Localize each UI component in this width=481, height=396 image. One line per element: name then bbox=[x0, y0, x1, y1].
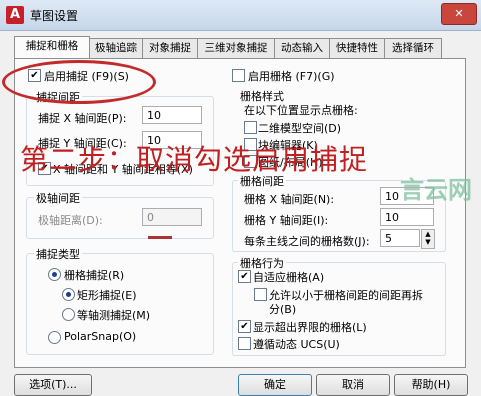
help-button[interactable]: 帮助(H) bbox=[394, 374, 468, 396]
2d-model-space-checkbox[interactable] bbox=[244, 121, 257, 134]
polar-distance-input[interactable]: 0 bbox=[142, 208, 202, 226]
close-button[interactable]: ✕ bbox=[441, 3, 477, 25]
polar-snap-label: PolarSnap(O) bbox=[64, 330, 137, 343]
tab-dynamic-input[interactable]: 动态输入 bbox=[274, 38, 330, 58]
iso-snap-label: 等轴测捕捉(M) bbox=[77, 309, 151, 322]
polar-spacing-title: 极轴间距 bbox=[34, 190, 82, 206]
snap-x-input[interactable]: 10 bbox=[142, 106, 202, 124]
autocad-app-icon: A bbox=[6, 6, 24, 24]
major-line-input[interactable]: 5 bbox=[380, 229, 420, 247]
grid-snap-radio[interactable] bbox=[48, 268, 61, 281]
rect-snap-radio[interactable] bbox=[62, 288, 75, 301]
polar-distance-label: 极轴距离(D): bbox=[38, 214, 103, 227]
window-title: 草图设置 bbox=[30, 9, 79, 23]
tab-3d-object-snap[interactable]: 三维对象捕捉 bbox=[197, 38, 275, 58]
allow-subdivision-label-line2: 分(B) bbox=[269, 303, 297, 316]
tab-object-snap[interactable]: 对象捕捉 bbox=[142, 38, 198, 58]
allow-subdivision-checkbox[interactable] bbox=[254, 288, 267, 301]
options-button[interactable]: 选项(T)... bbox=[14, 374, 92, 396]
display-beyond-limits-label: 显示超出界限的栅格(L) bbox=[253, 321, 367, 334]
annotation-circle bbox=[2, 60, 156, 104]
follow-dynamic-ucs-checkbox[interactable] bbox=[238, 337, 251, 350]
major-line-spinner[interactable]: ▲ ▼ bbox=[421, 229, 435, 249]
grid-snap-label: 栅格捕捉(R) bbox=[64, 269, 125, 282]
display-beyond-limits-checkbox[interactable]: ✔ bbox=[238, 320, 251, 333]
cancel-button[interactable]: 取消 bbox=[316, 374, 390, 396]
tab-snap-grid[interactable]: 捕捉和栅格 bbox=[14, 36, 90, 59]
grid-y-input[interactable]: 10 bbox=[380, 208, 434, 226]
annotation-underline bbox=[148, 236, 172, 239]
tab-quick-properties[interactable]: 快捷特性 bbox=[329, 38, 385, 58]
snap-type-title: 捕捉类型 bbox=[34, 246, 82, 262]
snap-x-label: 捕捉 X 轴间距(P): bbox=[38, 112, 127, 125]
ok-button[interactable]: 确定 bbox=[238, 374, 312, 396]
iso-snap-radio[interactable] bbox=[62, 308, 75, 321]
enable-grid-label: 启用栅格 (F7)(G) bbox=[248, 70, 335, 83]
adaptive-grid-label: 自适应栅格(A) bbox=[253, 271, 325, 284]
polar-snap-radio[interactable] bbox=[48, 331, 61, 344]
grid-x-label: 栅格 X 轴间距(N): bbox=[244, 193, 335, 206]
enable-grid-checkbox[interactable] bbox=[232, 69, 245, 82]
watermark: 言云网 bbox=[400, 176, 472, 204]
major-line-label: 每条主线之间的栅格数(J): bbox=[244, 235, 370, 248]
tab-polar-tracking[interactable]: 极轴追踪 bbox=[89, 38, 143, 58]
grid-y-label: 栅格 Y 轴间距(I): bbox=[244, 214, 329, 227]
2d-model-space-label: 二维模型空间(D) bbox=[258, 122, 342, 135]
tab-selection-cycling[interactable]: 选择循环 bbox=[384, 38, 442, 58]
grid-style-sub: 在以下位置显示点栅格: bbox=[244, 104, 358, 117]
follow-dynamic-ucs-label: 遵循动态 UCS(U) bbox=[253, 338, 340, 351]
rect-snap-label: 矩形捕捉(E) bbox=[77, 289, 137, 302]
annotation-text: 第二步：取消勾选启用捕捉 bbox=[20, 143, 369, 176]
adaptive-grid-checkbox[interactable]: ✔ bbox=[238, 270, 251, 283]
